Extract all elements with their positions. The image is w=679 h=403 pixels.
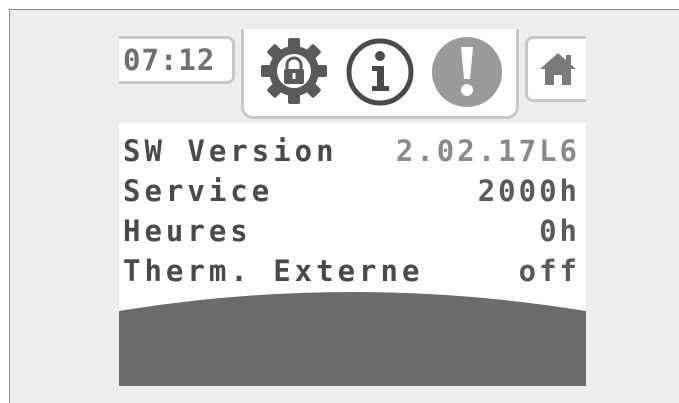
alert-icon[interactable] [430,35,504,109]
menu-tab-group [241,29,519,119]
home-icon[interactable] [538,51,578,87]
time-text: 07:12 [123,43,216,77]
home-tab[interactable] [525,36,586,102]
top-bar: 07:12 [119,29,586,123]
info-list: SW Version 2.02.17L6 Service 2000h Heure… [119,132,586,292]
bottom-band [119,292,586,386]
info-row-heures: Heures 0h [119,212,586,252]
row-value: off [518,254,580,288]
info-row-therm-externe: Therm. Externe off [119,252,586,292]
info-icon[interactable] [345,37,415,107]
info-row-sw-version: SW Version 2.02.17L6 [119,132,586,172]
row-label: Service [123,174,274,208]
row-value: 2.02.17L6 [395,134,580,168]
row-label: Therm. Externe [123,254,424,288]
settings-lock-icon[interactable] [258,35,330,107]
info-row-service: Service 2000h [119,172,586,212]
row-value: 2000h [477,174,580,208]
row-value: 0h [539,214,580,248]
row-label: Heures [123,214,252,248]
row-label: SW Version [123,134,338,168]
device-screen: 07:12 SW Version 2.02.17L6 Service 2000h… [119,29,586,386]
time-display: 07:12 [119,36,235,84]
